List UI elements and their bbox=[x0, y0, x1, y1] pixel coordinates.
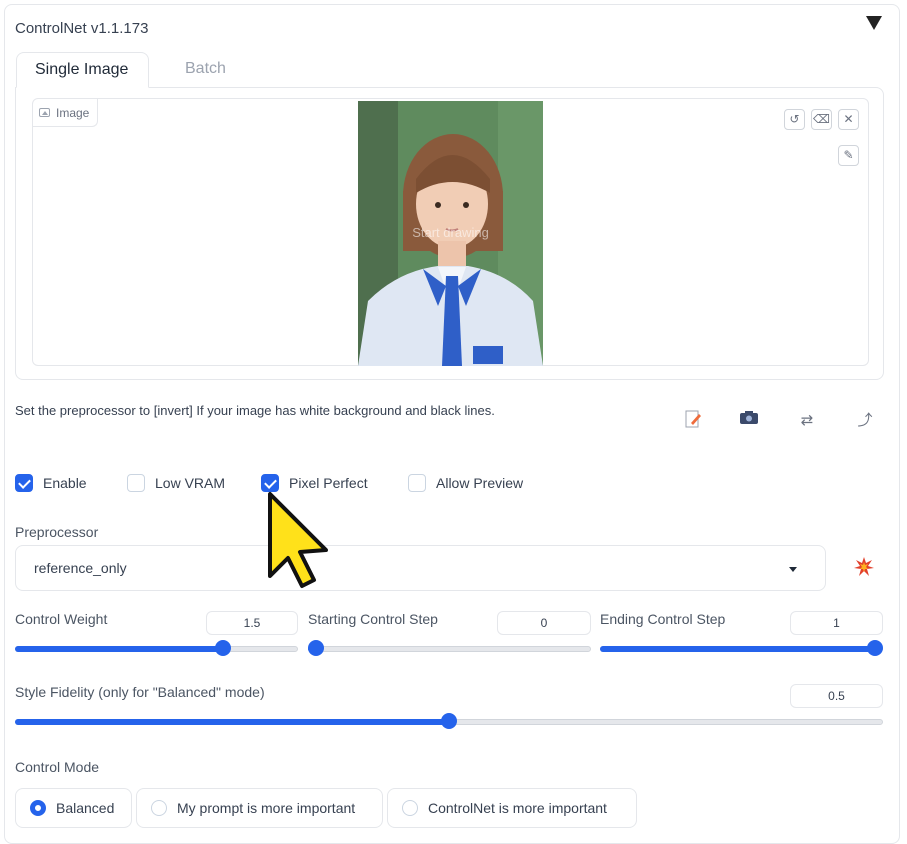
panel-title: ControlNet v1.1.173 bbox=[15, 20, 149, 37]
edit-document-icon[interactable] bbox=[681, 409, 705, 433]
slider-handle[interactable] bbox=[867, 640, 883, 656]
low-vram-checkbox[interactable]: Low VRAM bbox=[127, 474, 225, 492]
allow-preview-checkbox[interactable]: Allow Preview bbox=[408, 474, 523, 492]
camera-icon[interactable] bbox=[737, 409, 761, 433]
swap-icon[interactable]: ⇄ bbox=[795, 409, 819, 433]
starting-step-input[interactable]: 0 bbox=[497, 611, 591, 635]
allow-preview-checkbox-box[interactable] bbox=[408, 474, 426, 492]
starting-step-slider[interactable] bbox=[308, 640, 591, 658]
image-canvas[interactable]: Image Start drawing ↺ ⌫ ✕ ✎ bbox=[32, 98, 869, 366]
slider-handle[interactable] bbox=[441, 713, 457, 729]
undo-icon[interactable]: ↺ bbox=[784, 109, 805, 130]
radio-dot[interactable] bbox=[402, 800, 418, 816]
pixel-perfect-checkbox-box[interactable] bbox=[261, 474, 279, 492]
control-mode-balanced[interactable]: Balanced bbox=[15, 788, 132, 828]
image-label: Image bbox=[33, 99, 99, 127]
low-vram-checkbox-label: Low VRAM bbox=[155, 475, 226, 491]
enable-checkbox-label: Enable bbox=[43, 475, 87, 491]
tab-batch[interactable]: Batch bbox=[167, 52, 244, 88]
explosion-icon[interactable] bbox=[854, 557, 874, 577]
start-drawing-overlay: Start drawing bbox=[412, 225, 489, 240]
slider-fill bbox=[600, 646, 875, 652]
ending-step-slider[interactable] bbox=[600, 640, 883, 658]
pixel-perfect-checkbox-label: Pixel Perfect bbox=[289, 475, 368, 491]
eraser-icon[interactable]: ⌫ bbox=[811, 109, 832, 130]
radio-dot[interactable] bbox=[151, 800, 167, 816]
radio-label: Balanced bbox=[56, 800, 115, 816]
control-weight-slider[interactable] bbox=[15, 640, 298, 658]
brush-icon[interactable]: ✎ bbox=[838, 145, 859, 166]
style-fidelity-input[interactable]: 0.5 bbox=[790, 684, 883, 708]
control-weight-label: Control Weight bbox=[15, 611, 108, 627]
radio-dot[interactable] bbox=[30, 800, 46, 816]
preprocessor-value: reference_only bbox=[34, 560, 127, 576]
tab-single-image[interactable]: Single Image bbox=[16, 52, 149, 88]
radio-label: ControlNet is more important bbox=[428, 800, 607, 816]
allow-preview-checkbox-label: Allow Preview bbox=[436, 475, 524, 491]
style-fidelity-label: Style Fidelity (only for "Balanced" mode… bbox=[15, 684, 265, 700]
pixel-perfect-checkbox[interactable]: Pixel Perfect bbox=[261, 474, 368, 492]
ending-step-input[interactable]: 1 bbox=[790, 611, 883, 635]
arrow-up-right-icon[interactable]: ⤴ bbox=[853, 409, 877, 433]
image-panel: Image Start drawing ↺ ⌫ ✕ ✎ bbox=[15, 87, 884, 380]
control-mode-label: Control Mode bbox=[15, 759, 100, 775]
starting-step-label: Starting Control Step bbox=[308, 611, 438, 627]
preprocessor-hint: Set the preprocessor to [invert] If your… bbox=[15, 403, 495, 418]
preprocessor-dropdown[interactable]: reference_only bbox=[15, 545, 826, 591]
control-mode-prompt[interactable]: My prompt is more important bbox=[136, 788, 383, 828]
low-vram-checkbox-box[interactable] bbox=[127, 474, 145, 492]
image-icon bbox=[39, 108, 50, 117]
chevron-down-icon bbox=[789, 567, 797, 572]
triangle-down-icon[interactable] bbox=[866, 16, 882, 30]
uploaded-image: Start drawing bbox=[358, 101, 543, 366]
ending-step-label: Ending Control Step bbox=[600, 611, 726, 627]
style-fidelity-slider[interactable] bbox=[15, 713, 883, 731]
slider-fill bbox=[15, 646, 224, 652]
slider-handle[interactable] bbox=[308, 640, 324, 656]
radio-label: My prompt is more important bbox=[177, 800, 356, 816]
close-icon[interactable]: ✕ bbox=[838, 109, 859, 130]
slider-track bbox=[308, 646, 591, 652]
enable-checkbox[interactable]: Enable bbox=[15, 474, 87, 492]
enable-checkbox-box[interactable] bbox=[15, 474, 33, 492]
slider-handle[interactable] bbox=[215, 640, 232, 656]
control-mode-controlnet[interactable]: ControlNet is more important bbox=[387, 788, 637, 828]
control-weight-input[interactable]: 1.5 bbox=[206, 611, 298, 635]
image-label-text: Image bbox=[56, 105, 90, 120]
preprocessor-label: Preprocessor bbox=[15, 524, 99, 540]
slider-fill bbox=[15, 719, 449, 725]
